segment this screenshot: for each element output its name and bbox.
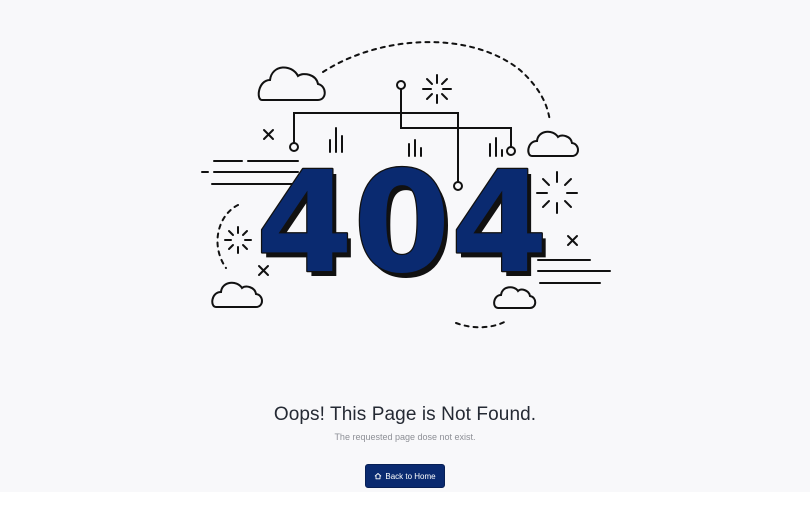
x-mark [567, 235, 578, 246]
dashed-arc-bottom [455, 319, 509, 329]
not-found-page: 404 404 Oops! This Page is Not Found. Th… [0, 0, 810, 492]
error-code-digits: 404 404 [255, 141, 553, 310]
cloud-icon [211, 281, 263, 308]
error-message: The requested page dose not exist. [334, 432, 476, 442]
404-illustration: 404 404 [201, 41, 611, 329]
page-title: Oops! This Page is Not Found. [273, 404, 537, 425]
sparkle-icon [422, 74, 452, 104]
dashed-arc-left [216, 204, 239, 269]
back-to-home-button[interactable]: Back to Home [365, 464, 445, 488]
sparkle-icon [224, 226, 252, 254]
error-code: 404 [256, 142, 548, 305]
home-icon [375, 473, 382, 480]
cloud-icon [257, 66, 326, 101]
back-to-home-label: Back to Home [385, 471, 436, 481]
x-mark [263, 129, 274, 140]
